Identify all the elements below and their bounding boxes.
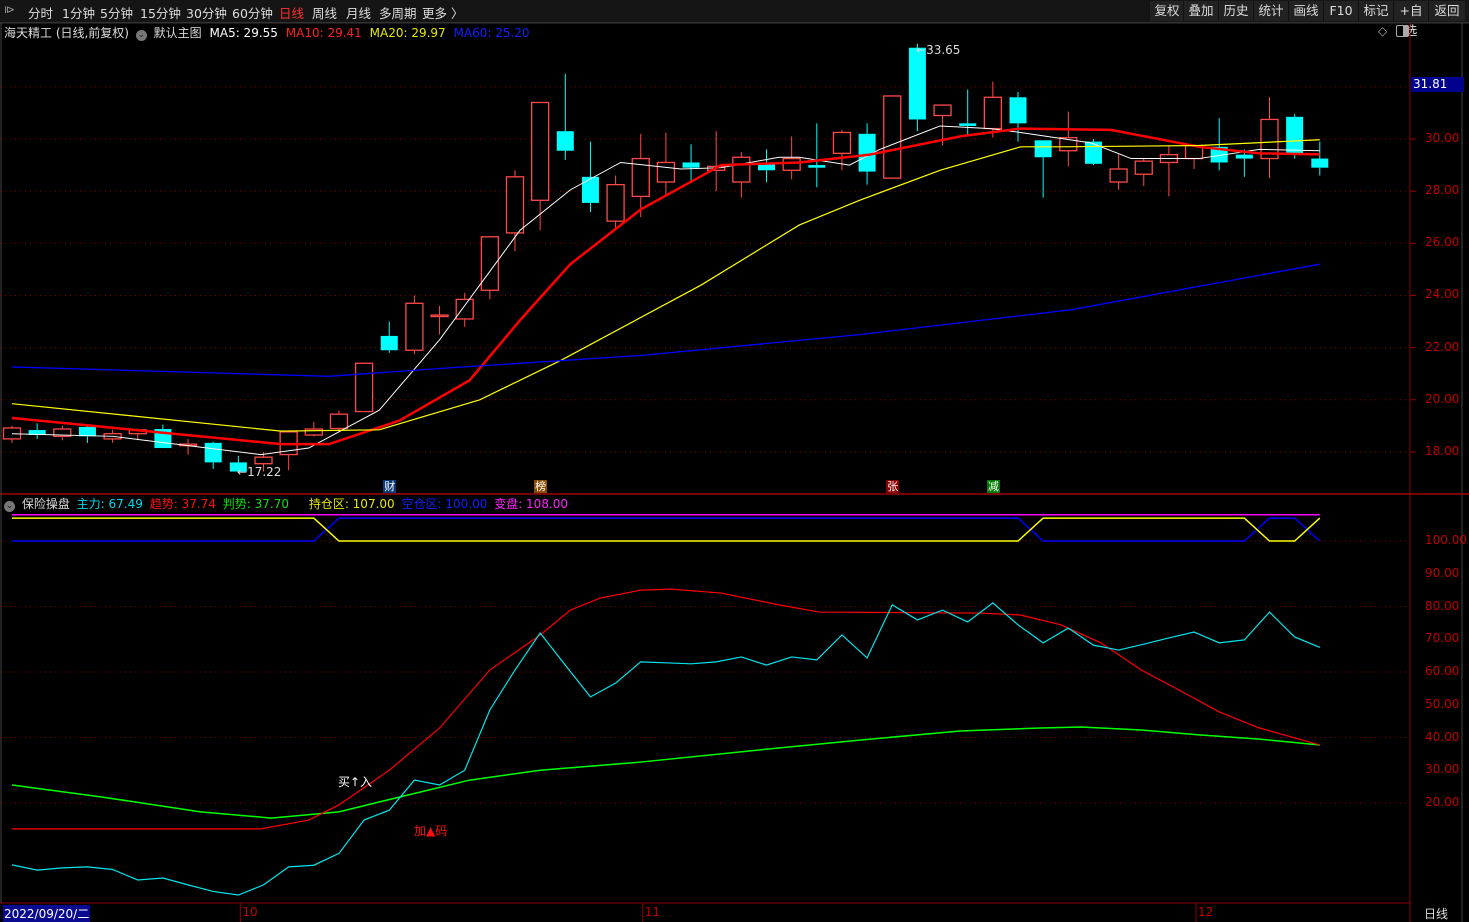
candle-up	[430, 314, 449, 318]
price-tick-label: 28.00	[1425, 183, 1460, 198]
candle-down	[959, 123, 977, 126]
high-price-value: 33.65	[926, 43, 961, 57]
candle-up	[782, 157, 801, 171]
candle-up	[832, 131, 852, 154]
add-position-label: 加▲码	[414, 824, 448, 838]
candle-up	[606, 183, 625, 222]
month-label: 12	[1198, 905, 1214, 919]
dropdown-icon[interactable]: ⌄	[4, 501, 15, 512]
candle-down	[1084, 141, 1102, 164]
candle-up	[883, 95, 902, 179]
panshi-value: 判势: 37.70	[222, 497, 289, 511]
candle-up	[405, 302, 424, 351]
ma-line-ma60	[11, 263, 1320, 377]
panel-toggle-icon[interactable]	[1396, 25, 1409, 37]
candle-down	[1009, 97, 1027, 124]
template-name[interactable]: 默认主图	[154, 26, 202, 40]
stock-title: 海天精工 (日线,前复权)	[4, 26, 129, 40]
indicator-name[interactable]: 保险操盘	[22, 497, 70, 511]
candle-down	[1235, 154, 1253, 159]
candle-down	[556, 131, 574, 151]
chicang-line	[12, 517, 1321, 542]
candle-down	[204, 442, 222, 463]
month-label: 10	[242, 905, 258, 919]
zhuli-value: 主力: 67.49	[76, 497, 143, 511]
price-tick-label: 24.00	[1425, 287, 1460, 302]
low-price-label: ←17.22	[237, 465, 282, 479]
candle-up	[732, 156, 751, 183]
panshi-line	[11, 726, 1320, 819]
candle-down	[380, 335, 398, 351]
diamond-icon[interactable]: ◇	[1378, 24, 1387, 38]
ma60-value: MA60: 25.20	[453, 26, 530, 40]
zhuli-line	[11, 602, 1321, 896]
candle-up	[254, 456, 273, 465]
indicator-tick-label: 60.00	[1425, 664, 1460, 678]
candle-down	[682, 162, 700, 168]
price-tick-label: 30.00	[1425, 131, 1460, 145]
chicang-value: 持仓区: 107.00	[308, 497, 395, 511]
indicator-tick-label: 90.00	[1425, 565, 1460, 580]
candle-up	[304, 428, 323, 436]
indicator-tick-label: 40.00	[1425, 729, 1460, 744]
indicator-tick-label: 50.00	[1425, 696, 1460, 711]
candle-up	[455, 298, 474, 320]
price-tick-label: 22.00	[1425, 339, 1460, 354]
dropdown-icon[interactable]: ⌄	[135, 30, 147, 41]
indicator-tick-label: 100.00	[1425, 533, 1467, 547]
main-legend: 海天精工 (日线,前复权) ⌄ 默认主图 MA5: 29.55 MA10: 29…	[4, 24, 530, 41]
candle-down	[1311, 158, 1329, 168]
event-marker[interactable]: 榜	[534, 480, 548, 493]
candle-down	[78, 426, 96, 437]
price-tick-label: 18.00	[1425, 443, 1460, 458]
low-price-value: 17.22	[247, 465, 282, 479]
event-marker[interactable]: 张	[886, 480, 900, 493]
candle-down	[1286, 116, 1304, 154]
candle-up	[531, 101, 550, 201]
kongcang-line	[12, 517, 1321, 542]
candle-down	[1034, 140, 1052, 158]
candle-down	[908, 47, 926, 120]
qushi-value: 趋势: 37.74	[149, 497, 216, 511]
indicator-tick-label: 20.00	[1425, 795, 1460, 809]
candle-up	[329, 413, 349, 430]
indicator-tick-label: 30.00	[1425, 762, 1460, 777]
qushi-line	[12, 588, 1320, 830]
ma20-value: MA20: 29.97	[369, 26, 446, 40]
period-label: 日线	[1424, 907, 1449, 921]
chart-canvas[interactable]	[0, 0, 1469, 922]
event-marker[interactable]: 财	[383, 480, 397, 493]
indicator-tick-label: 70.00	[1425, 631, 1460, 646]
indicator-tick-label: 80.00	[1425, 598, 1460, 613]
candle-down	[581, 176, 599, 203]
event-marker[interactable]: 减	[986, 480, 1000, 493]
high-price-label: ←33.65	[916, 43, 961, 57]
price-tick-label: 26.00	[1425, 235, 1460, 250]
current-price-badge: 31.81	[1411, 77, 1464, 92]
ma10-value: MA10: 29.41	[285, 26, 362, 40]
price-tick-label: 20.00	[1425, 391, 1460, 406]
candle-up	[354, 362, 374, 413]
indicator-legend: ⌄ 保险操盘 主力: 67.49 趋势: 37.74 判势: 37.70 持仓区…	[4, 495, 568, 512]
candle-up	[983, 96, 1002, 130]
candle-up	[505, 176, 525, 234]
date-cursor-label: 2022/09/20/二	[3, 905, 91, 922]
kongcang-value: 空仓区: 100.00	[401, 497, 488, 511]
month-label: 11	[644, 905, 661, 919]
candle-up	[656, 161, 676, 183]
biancheng-value: 变盘: 108.00	[494, 497, 569, 511]
candle-up	[1109, 168, 1128, 183]
candle-up	[933, 104, 952, 117]
candle-down	[808, 165, 826, 168]
buy-signal-label: 买↑入	[338, 775, 373, 789]
ma5-value: MA5: 29.55	[209, 26, 278, 40]
candle-up	[1134, 160, 1153, 175]
